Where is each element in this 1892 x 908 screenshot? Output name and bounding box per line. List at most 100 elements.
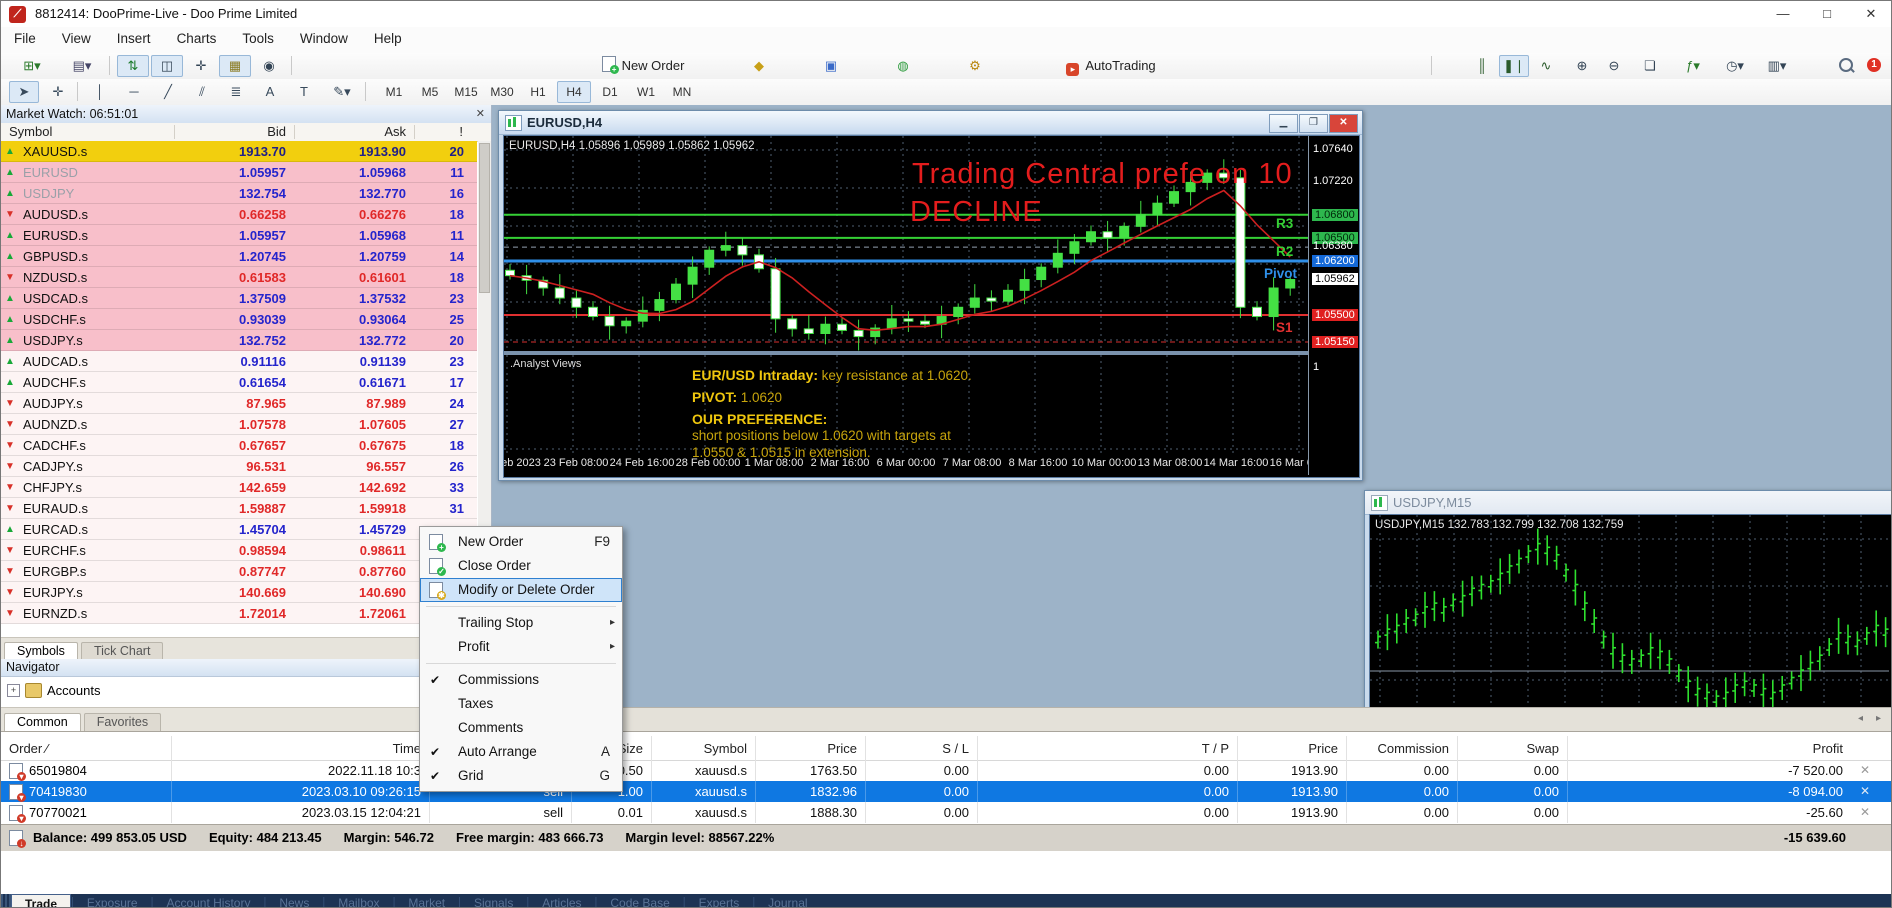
market-watch-row[interactable]: ▼AUDNZD.s1.075781.0760527 [1, 414, 477, 435]
menu-help[interactable]: Help [361, 27, 415, 50]
usdjpy-window-titlebar[interactable]: USDJPY,M15 [1365, 491, 1892, 515]
data-window-toggle[interactable]: ◫ [151, 55, 183, 77]
terminal-tab-journal[interactable]: Journal [755, 894, 820, 908]
zoom-out-button[interactable]: ⊖ [1599, 55, 1629, 77]
market-watch-row[interactable]: ▲EURUSD1.059571.0596811 [1, 162, 477, 183]
candlestick-type-button[interactable]: ❚❘ [1499, 55, 1529, 77]
menu-charts[interactable]: Charts [164, 27, 230, 50]
minimize-button[interactable]: — [1761, 1, 1805, 27]
orders-column-header[interactable]: Symbol [659, 738, 747, 759]
market-watch-row[interactable]: ▼AUDJPY.s87.96587.98924 [1, 393, 477, 414]
timeframe-m1-button[interactable]: M1 [377, 81, 411, 103]
context-menu-item-taxes[interactable]: Taxes [420, 692, 622, 716]
order-row[interactable]: ▾707700212023.03.15 12:04:21sell0.01xauu… [1, 802, 1892, 823]
orders-column-header[interactable]: T / P [985, 738, 1229, 759]
close-order-icon[interactable]: ✕ [1857, 781, 1873, 802]
close-order-icon[interactable]: ✕ [1857, 760, 1873, 781]
timeframe-mn-button[interactable]: MN [665, 81, 699, 103]
menu-window[interactable]: Window [287, 27, 361, 50]
terminal-tab-trade[interactable]: Trade [11, 894, 71, 908]
navigator-header[interactable]: Navigator ✕ [1, 659, 491, 677]
market-watch-row[interactable]: ▼CADJPY.s96.53196.55726 [1, 456, 477, 477]
tab-scroll-left-icon[interactable]: ◂ [1858, 713, 1863, 724]
terminal-toggle[interactable]: ▦ [219, 55, 251, 77]
arrows-tool-button[interactable]: ✎▾ [323, 81, 361, 103]
orders-column-header[interactable]: Time [179, 738, 421, 759]
terminal-tab-signals[interactable]: Signals [461, 894, 526, 908]
timeframe-w1-button[interactable]: W1 [629, 81, 663, 103]
eurusd-window-titlebar[interactable]: EURUSD,H4 ▁ ❐ ✕ [499, 111, 1362, 135]
deposit-icon-button[interactable]: ◆ [741, 55, 777, 77]
terminal-tab-exposure[interactable]: Exposure [74, 894, 151, 908]
autotrading-button[interactable]: ▸AutoTrading [1025, 55, 1197, 77]
channel-tool-button[interactable]: ⫽ [187, 81, 217, 103]
terminal-tab-account-history[interactable]: Account History [153, 894, 263, 908]
market-watch-row[interactable]: ▼EURCHF.s0.985940.98611 [1, 540, 477, 561]
text-tool-button[interactable]: A [255, 81, 285, 103]
market-watch-row[interactable]: ▲USDCAD.s1.375091.3753223 [1, 288, 477, 309]
indicators-button[interactable]: ƒ▾ [1673, 55, 1713, 77]
market-watch-row[interactable]: ▲AUDCAD.s0.911160.9113923 [1, 351, 477, 372]
market-watch-row[interactable]: ▲XAUUSD.s1913.701913.9020 [1, 141, 477, 162]
market-watch-row[interactable]: ▼EURJPY.s140.669140.690 [1, 582, 477, 603]
market-watch-tab-tick-chart[interactable]: Tick Chart [81, 642, 164, 660]
context-menu-item-auto-arrange[interactable]: ✔Auto ArrangeA [420, 740, 622, 764]
orders-column-header[interactable]: Order ∕ [9, 738, 163, 759]
context-menu-item-modify-or-delete-order[interactable]: ✱Modify or Delete Order [420, 578, 622, 602]
navigator-tab-common[interactable]: Common [4, 713, 81, 731]
column-header-[interactable]: ! [414, 123, 471, 141]
trendline-tool-button[interactable]: ╱ [153, 81, 183, 103]
signals-button[interactable]: ◍ [885, 55, 921, 77]
orders-column-header[interactable]: Price [1245, 738, 1338, 759]
bar-chart-type-button[interactable]: ║ [1467, 55, 1497, 77]
column-header-symbol[interactable]: Symbol [1, 123, 174, 141]
navigator-tab-favorites[interactable]: Favorites [84, 713, 161, 731]
orders-column-header[interactable]: Swap [1465, 738, 1559, 759]
market-watch-row[interactable]: ▼NZDUSD.s0.615830.6160118 [1, 267, 477, 288]
context-menu-item-comments[interactable]: Comments [420, 716, 622, 740]
market-watch-row[interactable]: ▲EURUSD.s1.059571.0596811 [1, 225, 477, 246]
tab-scroll-right-icon[interactable]: ▸ [1876, 713, 1881, 724]
context-menu-item-grid[interactable]: ✔GridG [420, 764, 622, 788]
column-header-bid[interactable]: Bid [174, 123, 294, 141]
context-menu-item-trailing-stop[interactable]: Trailing Stop▸ [420, 611, 622, 635]
menu-file[interactable]: File [1, 27, 49, 50]
menu-tools[interactable]: Tools [229, 27, 287, 50]
market-watch-toggle[interactable]: ⇅ [117, 55, 149, 77]
tile-windows-button[interactable]: ❏ [1635, 55, 1665, 77]
menu-view[interactable]: View [49, 27, 104, 50]
strategy-tester-button[interactable]: ◉ [253, 55, 285, 77]
market-watch-close-icon[interactable]: ✕ [476, 107, 485, 120]
tree-expand-icon[interactable]: + [7, 684, 20, 697]
cursor-tool-button[interactable]: ➤ [9, 81, 39, 103]
horizontal-line-tool-button[interactable]: ─ [119, 81, 149, 103]
market-watch-row[interactable]: ▲EURCAD.s1.457041.45729 [1, 519, 477, 540]
notification-badge[interactable]: 1 [1867, 58, 1881, 72]
timeframe-m15-button[interactable]: M15 [449, 81, 483, 103]
eurusd-restore-button[interactable]: ❐ [1299, 114, 1328, 133]
market-watch-row[interactable]: ▲USDJPY132.754132.77016 [1, 183, 477, 204]
terminal-tab-news[interactable]: News [266, 894, 322, 908]
virtual-hosting-button[interactable]: ▣ [813, 55, 849, 77]
search-icon[interactable] [1839, 58, 1853, 75]
close-order-icon[interactable]: ✕ [1857, 802, 1873, 823]
new-chart-button[interactable]: ⊞▾ [9, 55, 55, 77]
eurusd-chart-area[interactable]: EURUSD,H4 1.05896 1.05989 1.05862 1.0596… [503, 135, 1360, 478]
close-button[interactable]: ✕ [1849, 1, 1892, 27]
market-watch-header[interactable]: Market Watch: 06:51:01 ✕ [1, 105, 491, 124]
scrollbar-thumb[interactable] [479, 143, 490, 293]
orders-column-header[interactable]: Price [763, 738, 857, 759]
crosshair-tool-button[interactable]: ✛ [43, 81, 73, 103]
templates-button[interactable]: ▥▾ [1757, 55, 1797, 77]
order-row[interactable]: ▾650198042022.11.18 10:30.50xauusd.s1763… [1, 760, 1892, 781]
profiles-button[interactable]: ▤▾ [59, 55, 105, 77]
terminal-tab-market[interactable]: Market [395, 894, 458, 908]
market-watch-row[interactable]: ▼CHFJPY.s142.659142.69233 [1, 477, 477, 498]
timeframe-h1-button[interactable]: H1 [521, 81, 555, 103]
terminal-tab-experts[interactable]: Experts [686, 894, 753, 908]
context-menu-item-close-order[interactable]: ✓Close Order [420, 554, 622, 578]
navigator-item-accounts[interactable]: + Accounts [7, 682, 307, 700]
terminal-tab-articles[interactable]: Articles [529, 894, 594, 908]
orders-column-header[interactable]: Commission [1354, 738, 1449, 759]
orders-column-header[interactable]: S / L [873, 738, 969, 759]
